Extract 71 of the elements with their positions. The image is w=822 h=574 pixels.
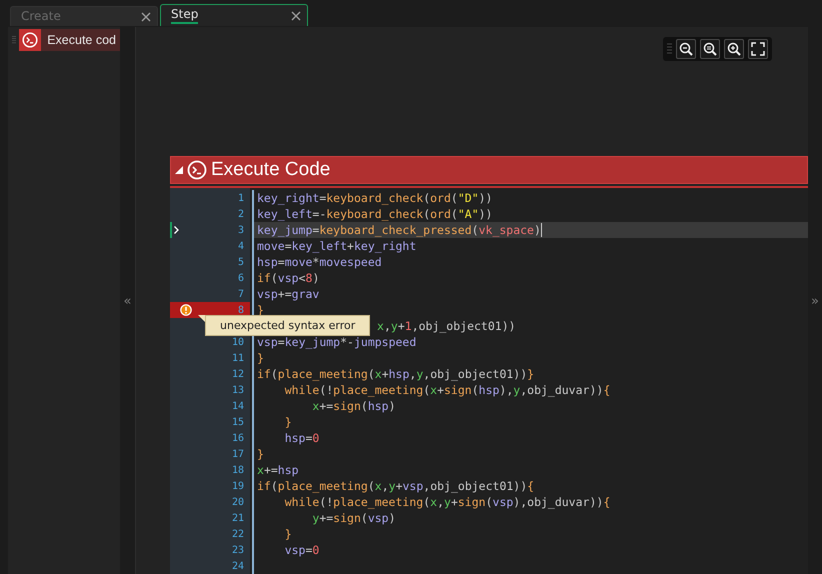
code-line: y+=sign(vsp) [311,511,396,525]
collapse-right-toggle[interactable]: » [811,294,819,308]
line-number: 8 [238,304,245,316]
line-number: 17 [232,448,245,460]
line-number: 4 [238,240,245,252]
console-icon [187,160,207,180]
error-icon [180,304,192,316]
error-tooltip: unexpected syntax error [205,315,370,336]
code-line: hsp=0 [284,431,320,445]
code-line: hsp=move*movespeed [257,255,382,269]
line-number: 20 [232,496,245,508]
code-line: key_jump=keyboard_check_pressed(vk_space) [257,223,541,237]
code-line: if(vsp<8) [257,271,320,285]
line-number: 7 [238,288,245,300]
code-line: if(place_meeting(x+hsp,y,obj_object01))} [257,367,534,381]
current-line-marker [170,222,172,238]
zoom-reset-icon [702,41,718,57]
line-number: 22 [232,528,245,540]
line-number: 1 [238,192,245,204]
collapse-icon[interactable] [175,166,183,174]
code-line: while(!place_meeting(x+sign(hsp),y,obj_duvar)){ [284,383,610,397]
zoom-out-icon [678,41,694,57]
code-line: } [257,447,264,461]
code-editor[interactable] [170,188,808,574]
line-number: 12 [232,368,245,380]
code-line: vsp+=grav [257,287,320,301]
code-line: move=key_left+key_right [257,239,416,253]
zoom-button[interactable] [724,39,744,59]
line-number: 16 [232,432,245,444]
code-line: x+=hsp [257,463,299,477]
code-line: vsp=0 [284,543,320,557]
code-line: } [284,415,292,429]
line-number: 2 [238,208,245,220]
line-number: 3 [238,224,245,236]
collapse-left-toggle[interactable]: « [124,294,132,308]
zoom-button[interactable] [676,39,696,59]
close-icon[interactable] [141,12,151,22]
line-number: 15 [232,416,245,428]
close-icon[interactable] [291,10,301,20]
line-number: 19 [232,480,245,492]
code-line: x,y+1,obj_object01)) [377,319,516,333]
line-number: 13 [232,384,245,396]
code-line: } [257,351,264,365]
grip-icon[interactable] [667,42,672,56]
line-number: 10 [232,336,245,348]
chevron-icon [174,226,179,234]
line-number: 23 [232,544,245,556]
line-number: 18 [232,464,245,476]
text-cursor [540,223,542,237]
console-icon [22,32,38,48]
code-line: while(!place_meeting(x,y+sign(vsp),obj_duvar)){ [284,495,610,509]
zoom-button[interactable] [748,39,768,59]
line-number: 11 [232,352,245,364]
line-number: 21 [232,512,245,524]
line-number: 6 [238,272,245,284]
code-line: key_right=keyboard_check(ord("D")) [257,191,492,205]
line-number: 24 [232,560,245,572]
zoom-button[interactable] [700,39,720,59]
code-block-header[interactable]: Execute Code [170,156,808,184]
code-line: vsp=key_jump*-jumpspeed [257,335,416,349]
line-number: 5 [238,256,245,268]
code-line: key_left=-keyboard_check(ord("A")) [257,207,492,221]
code-line: } [284,527,292,541]
editor-tab[interactable]: Step [160,4,308,26]
block-title: Execute Code [211,159,330,181]
zoom-in-icon [726,41,742,57]
fullscreen-icon [750,41,766,57]
code-line: if(place_meeting(x,y+vsp,obj_object01)){ [257,479,534,493]
code-line: x+=sign(hsp) [311,399,396,413]
line-number: 14 [232,400,245,412]
event-item[interactable]: Execute cod [19,29,120,51]
